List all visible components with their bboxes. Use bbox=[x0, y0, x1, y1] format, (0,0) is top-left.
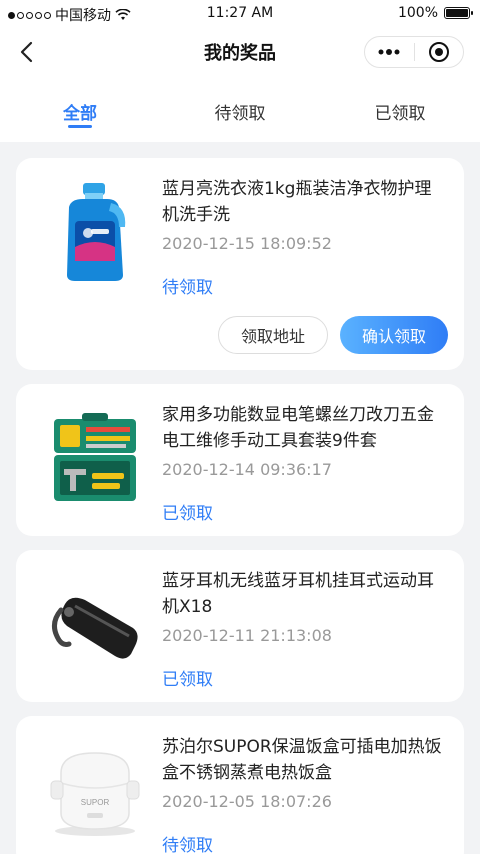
prize-name: 家用多功能数显电笔螺丝刀改刀五金电工维修手动工具套装9件套 bbox=[162, 405, 434, 451]
prize-time: 2020-12-15 18:09:52 bbox=[162, 234, 332, 253]
prize-status: 已领取 bbox=[162, 670, 213, 690]
detergent-bottle-icon bbox=[40, 178, 150, 288]
prize-card[interactable]: 蓝月亮洗衣液1kg瓶装洁净衣物护理机洗手洗 2020-12-15 18:09:5… bbox=[16, 158, 464, 370]
prize-name: 蓝牙耳机无线蓝牙耳机挂耳式运动耳机X18 bbox=[162, 571, 434, 617]
toolbox-icon bbox=[40, 404, 150, 514]
battery-percent: 100% bbox=[397, 5, 438, 21]
nav-bar: 我的奖品 bbox=[0, 28, 480, 76]
tab-all-label: 全部 bbox=[63, 104, 97, 124]
prize-info: 蓝月亮洗衣液1kg瓶装洁净衣物护理机洗手洗 2020-12-15 18:09:5… bbox=[162, 158, 464, 298]
prize-card[interactable]: 蓝牙耳机无线蓝牙耳机挂耳式运动耳机X18 2020-12-11 21:13:08… bbox=[16, 550, 464, 702]
prize-name: 蓝月亮洗衣液1kg瓶装洁净衣物护理机洗手洗 bbox=[162, 179, 432, 225]
prize-status: 已领取 bbox=[162, 504, 213, 524]
lunch-box-icon: SUPOR bbox=[40, 736, 150, 846]
confirm-claim-button[interactable]: 确认领取 bbox=[339, 316, 448, 354]
tab-bar: 全部 待领取 已领取 bbox=[0, 76, 480, 142]
close-miniprogram-button[interactable] bbox=[415, 37, 464, 67]
battery-group: 100% bbox=[397, 5, 473, 21]
header: 中国移动 11:27 AM 100% 我的奖品 全部 待领取 已领取 bbox=[0, 0, 480, 142]
prize-info: 苏泊尔SUPOR保温饭盒可插电加热饭盒不锈钢蒸煮电热饭盒 2020-12-05 … bbox=[162, 716, 464, 854]
target-circle-icon bbox=[428, 42, 449, 62]
more-dots-icon bbox=[378, 49, 400, 55]
prize-list: 蓝月亮洗衣液1kg瓶装洁净衣物护理机洗手洗 2020-12-15 18:09:5… bbox=[0, 142, 480, 854]
prize-status: 待领取 bbox=[162, 836, 213, 854]
bluetooth-earpiece-icon bbox=[40, 570, 150, 680]
prize-actions: 领取地址 确认领取 bbox=[16, 298, 464, 370]
more-button[interactable] bbox=[365, 37, 414, 67]
battery-icon bbox=[444, 7, 473, 19]
prize-info: 家用多功能数显电笔螺丝刀改刀五金电工维修手动工具套装9件套 2020-12-14… bbox=[162, 384, 464, 524]
tab-pending-label: 待领取 bbox=[214, 104, 266, 124]
prize-card[interactable]: SUPOR 苏泊尔SUPOR保温饭盒可插电加热饭盒不锈钢蒸煮电热饭盒 2020-… bbox=[16, 716, 464, 854]
tab-claimed-label: 已领取 bbox=[374, 104, 426, 124]
status-bar: 中国移动 11:27 AM 100% bbox=[0, 0, 480, 28]
tab-indicator bbox=[68, 125, 92, 128]
prize-time: 2020-12-14 09:36:17 bbox=[162, 460, 332, 479]
tab-claimed[interactable]: 已领取 bbox=[320, 76, 480, 142]
supor-logo: SUPOR bbox=[81, 798, 110, 807]
tab-all[interactable]: 全部 bbox=[0, 76, 160, 142]
prize-name: 苏泊尔SUPOR保温饭盒可插电加热饭盒不锈钢蒸煮电热饭盒 bbox=[162, 737, 442, 783]
prize-time: 2020-12-11 21:13:08 bbox=[162, 626, 332, 645]
prize-info: 蓝牙耳机无线蓝牙耳机挂耳式运动耳机X18 2020-12-11 21:13:08… bbox=[162, 550, 464, 690]
prize-card[interactable]: 家用多功能数显电笔螺丝刀改刀五金电工维修手动工具套装9件套 2020-12-14… bbox=[16, 384, 464, 536]
prize-time: 2020-12-05 18:07:26 bbox=[162, 792, 332, 811]
battery-fill bbox=[446, 9, 468, 17]
prize-status: 待领取 bbox=[162, 278, 213, 298]
claim-address-button[interactable]: 领取地址 bbox=[217, 316, 328, 354]
mini-program-capsule bbox=[364, 36, 464, 68]
tab-pending[interactable]: 待领取 bbox=[160, 76, 320, 142]
